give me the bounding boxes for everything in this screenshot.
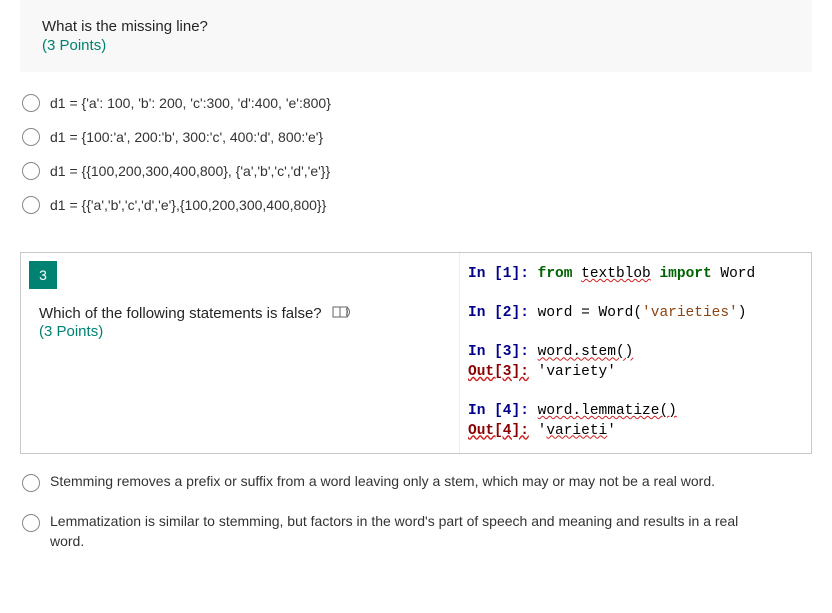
code-name: Word [720, 266, 755, 282]
code-out3-val: 'variety' [538, 364, 616, 380]
q1-option-0[interactable]: d1 = {'a': 100, 'b': 200, 'c':300, 'd':4… [22, 86, 810, 120]
code-in4-expr: word.lemmatize() [538, 403, 677, 419]
q1-option-3-text: d1 = {{'a','b','c','d','e'},{100,200,300… [50, 197, 326, 213]
code-in3-expr: word.stem() [538, 344, 634, 360]
question2-block: 3 Which of the following statements is f… [20, 252, 812, 454]
code-in2-str: 'varieties' [642, 305, 738, 321]
radio-icon[interactable] [22, 162, 40, 180]
question2-left: 3 Which of the following statements is f… [21, 253, 459, 453]
code-in2-lhs: word = Word( [538, 305, 642, 321]
code-out4-label: Out[4]: [468, 423, 529, 439]
q2-option-1-text: Lemmatization is similar to stemming, bu… [50, 512, 770, 551]
question2-code: In [1]: from textblob import Word In [2]… [459, 253, 811, 453]
question1-card: What is the missing line? (3 Points) [20, 0, 812, 72]
code-kw-from: from [538, 266, 573, 282]
question2-text-wrap: Which of the following statements is fal… [21, 305, 459, 356]
q1-option-0-text: d1 = {'a': 100, 'b': 200, 'c':300, 'd':4… [50, 95, 331, 111]
question2-text: Which of the following statements is fal… [39, 305, 322, 322]
question2-number: 3 [29, 261, 57, 289]
code-out3-label: Out[3]: [468, 364, 529, 380]
code-in3-label: In [3]: [468, 344, 529, 360]
immersive-reader-icon[interactable] [332, 305, 350, 323]
q1-option-1[interactable]: d1 = {100:'a', 200:'b', 300:'c', 400:'d'… [22, 120, 810, 154]
q1-option-3[interactable]: d1 = {{'a','b','c','d','e'},{100,200,300… [22, 188, 810, 222]
q1-option-1-text: d1 = {100:'a', 200:'b', 300:'c', 400:'d'… [50, 129, 323, 145]
question2-options: Stemming removes a prefix or suffix from… [0, 454, 832, 561]
code-mod: textblob [581, 266, 651, 282]
question1-options: d1 = {'a': 100, 'b': 200, 'c':300, 'd':4… [0, 80, 832, 242]
q1-option-2-text: d1 = {{100,200,300,400,800}, {'a','b','c… [50, 163, 330, 179]
radio-icon[interactable] [22, 514, 40, 532]
radio-icon[interactable] [22, 94, 40, 112]
q2-option-0-text: Stemming removes a prefix or suffix from… [50, 472, 715, 492]
code-in4-label: In [4]: [468, 403, 529, 419]
code-kw-import: import [659, 266, 711, 282]
question1-text: What is the missing line? [42, 18, 790, 35]
q1-option-2[interactable]: d1 = {{100,200,300,400,800}, {'a','b','c… [22, 154, 810, 188]
radio-icon[interactable] [22, 474, 40, 492]
question1-points: (3 Points) [42, 37, 790, 54]
code-in2-rparen: ) [738, 305, 747, 321]
radio-icon[interactable] [22, 128, 40, 146]
code-in2-label: In [2]: [468, 305, 529, 321]
q2-option-0[interactable]: Stemming removes a prefix or suffix from… [22, 462, 810, 502]
code-in1-label: In [1]: [468, 266, 529, 282]
question2-points: (3 Points) [39, 323, 449, 340]
code-out4-val: varieti [546, 423, 607, 439]
radio-icon[interactable] [22, 196, 40, 214]
q2-option-1[interactable]: Lemmatization is similar to stemming, bu… [22, 502, 810, 561]
